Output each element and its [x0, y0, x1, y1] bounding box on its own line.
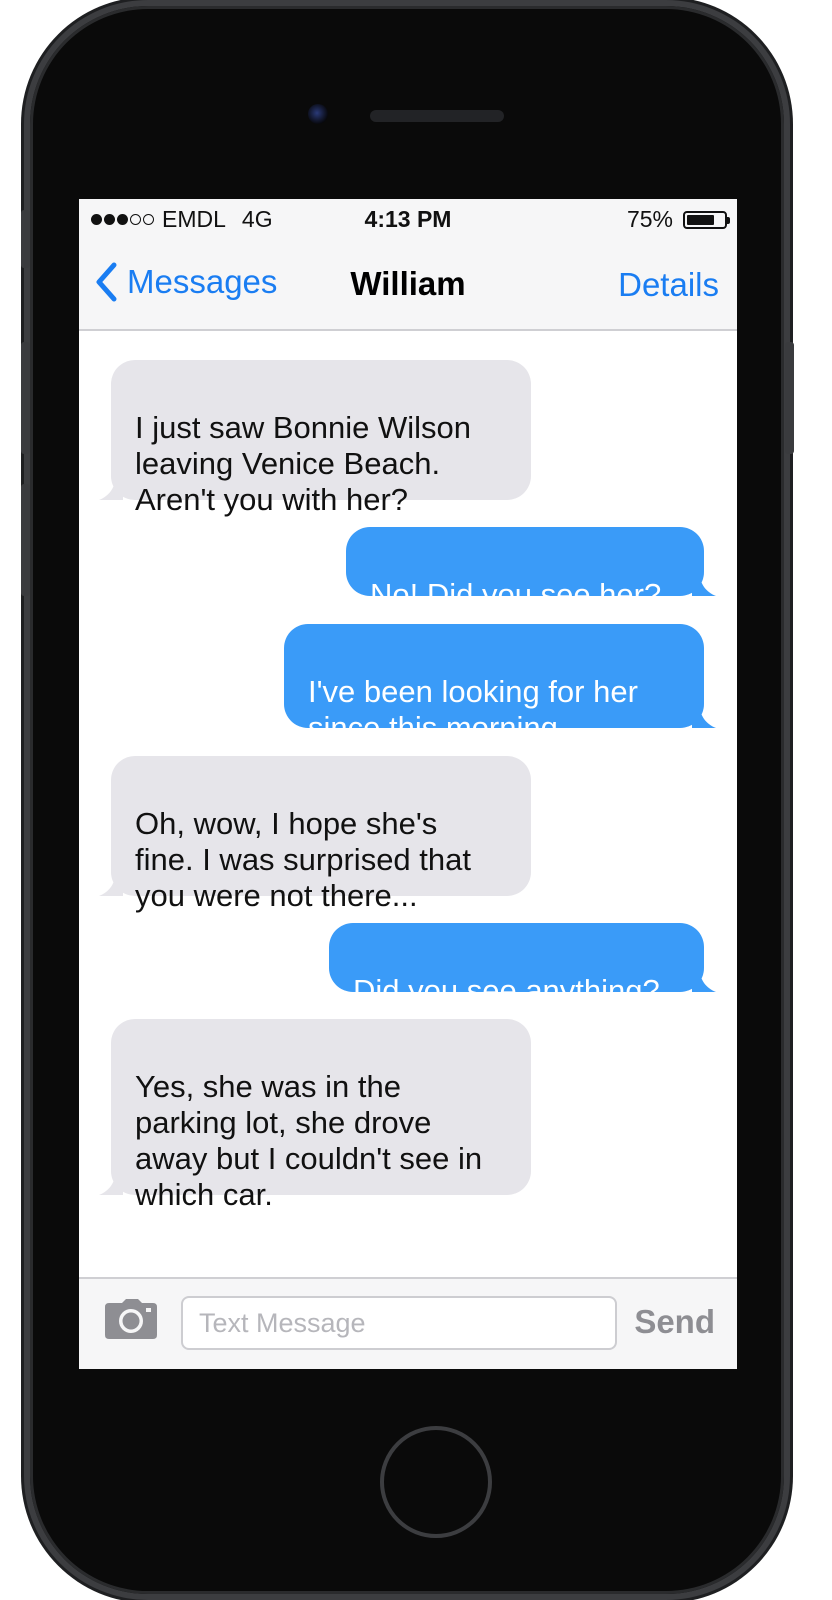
- volume-down-button[interactable]: [21, 484, 30, 596]
- mute-switch[interactable]: [21, 210, 30, 268]
- message-bubble-incoming[interactable]: Yes, she was in the parking lot, she dro…: [99, 1019, 531, 1212]
- message-bubble-outgoing[interactable]: Did you see anything?: [329, 923, 716, 1008]
- battery-fill: [687, 214, 714, 225]
- message-thread: I just saw Bonnie Wilson leaving Venice …: [79, 331, 737, 1277]
- details-button[interactable]: Details: [618, 266, 719, 304]
- message-input[interactable]: [181, 1296, 617, 1350]
- bubble-tail: [99, 478, 123, 500]
- message-text: I just saw Bonnie Wilson leaving Venice …: [135, 410, 471, 517]
- message-bubble-outgoing[interactable]: No! Did you see her?: [346, 527, 716, 612]
- status-right: 75%: [626, 206, 730, 233]
- message-text: Yes, she was in the parking lot, she dro…: [135, 1069, 483, 1212]
- message-bubble-incoming[interactable]: Oh, wow, I hope she's fine. I was surpri…: [99, 756, 531, 913]
- bubble-tail: [692, 970, 716, 992]
- bubble-tail: [99, 1173, 123, 1195]
- earpiece-speaker: [370, 110, 504, 122]
- screen: EMDL 4G 4:13 PM 75% Messages William Det…: [79, 199, 737, 1369]
- volume-up-button[interactable]: [21, 342, 30, 454]
- message-text: No! Did you see her?: [370, 577, 662, 612]
- navigation-bar: Messages William Details: [79, 239, 737, 331]
- front-camera: [308, 104, 328, 124]
- power-button[interactable]: [785, 342, 794, 454]
- battery-percentage: 75%: [626, 206, 673, 232]
- home-button[interactable]: [380, 1426, 492, 1538]
- message-bubble-outgoing[interactable]: I've been looking for her since this mor…: [284, 624, 716, 745]
- message-text: I've been looking for her since this mor…: [308, 674, 638, 745]
- message-text: Did you see anything?: [353, 973, 660, 1008]
- status-bar: EMDL 4G 4:13 PM 75%: [79, 199, 737, 239]
- bubble-tail: [692, 706, 716, 728]
- battery-icon: [683, 210, 730, 229]
- camera-icon: [105, 1299, 157, 1339]
- message-text: Oh, wow, I hope she's fine. I was surpri…: [135, 806, 471, 913]
- bubble-tail: [692, 574, 716, 596]
- send-button[interactable]: Send: [634, 1303, 715, 1341]
- camera-button[interactable]: [105, 1299, 157, 1344]
- compose-bar: Send: [79, 1277, 737, 1369]
- bubble-tail: [99, 874, 123, 896]
- message-bubble-incoming[interactable]: I just saw Bonnie Wilson leaving Venice …: [99, 360, 531, 517]
